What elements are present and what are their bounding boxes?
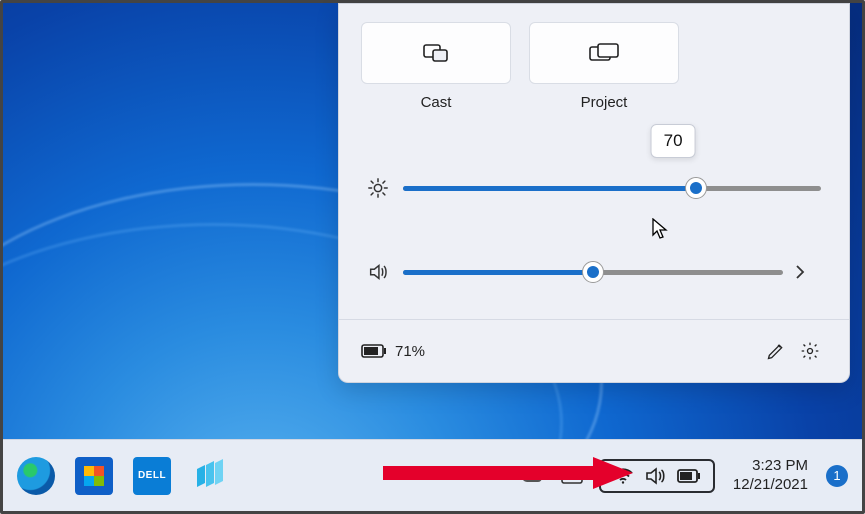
quick-settings-footer: 71% <box>339 319 849 382</box>
project-icon <box>589 43 619 63</box>
cast-label: Cast <box>361 94 511 111</box>
cast-icon <box>423 42 449 64</box>
brightness-slider[interactable]: 70 <box>403 186 821 191</box>
onedrive-tray-icon[interactable] <box>521 469 543 483</box>
system-tray-button[interactable] <box>599 459 715 493</box>
quick-settings-panel: Cast Project <box>338 3 850 383</box>
notification-badge[interactable]: 1 <box>826 465 848 487</box>
dell-app-icon[interactable]: DELL <box>133 457 171 495</box>
brightness-slider-row: 70 <box>367 167 821 209</box>
volume-more-button[interactable] <box>795 264 821 280</box>
volume-thumb[interactable] <box>582 261 604 283</box>
brightness-fill <box>403 186 696 191</box>
battery-status[interactable]: 71% <box>361 343 425 360</box>
volume-icon <box>367 261 403 283</box>
volume-slider[interactable] <box>403 270 783 275</box>
battery-pct: 71% <box>395 343 425 360</box>
quick-settings-sliders: 70 <box>339 119 849 319</box>
project-button[interactable] <box>529 22 679 84</box>
screenshot-frame: Cast Project <box>0 0 865 514</box>
input-indicator-tray-icon[interactable] <box>561 468 583 484</box>
notification-count: 1 <box>833 468 840 483</box>
battery-icon <box>361 344 387 358</box>
cast-button[interactable] <box>361 22 511 84</box>
clock-time: 3:23 PM <box>733 457 808 476</box>
clock-date: 12/21/2021 <box>733 476 808 495</box>
wifi-icon <box>613 468 633 484</box>
dell-label: DELL <box>138 470 166 481</box>
volume-slider-row <box>367 251 821 293</box>
taskbar-system-area: 3:23 PM 12/21/2021 1 <box>487 457 848 495</box>
quick-settings-tiles: Cast Project <box>339 4 849 119</box>
project-label: Project <box>529 94 679 111</box>
brightness-thumb[interactable]: 70 <box>685 177 707 199</box>
edit-quick-settings-button[interactable] <box>759 334 793 368</box>
taskbar: DELL 3:23 PM 12/21/2021 1 <box>3 439 862 511</box>
project-tile: Project <box>529 22 679 111</box>
volume-fill <box>403 270 593 275</box>
settings-button[interactable] <box>793 334 827 368</box>
brightness-icon <box>367 177 403 199</box>
cast-tile: Cast <box>361 22 511 111</box>
battery-tray-icon <box>677 469 701 483</box>
speaker-icon <box>645 467 665 485</box>
taskbar-pinned-apps: DELL <box>17 457 229 495</box>
taskbar-clock[interactable]: 3:23 PM 12/21/2021 <box>733 457 808 495</box>
microsoft-store-app-icon[interactable] <box>75 457 113 495</box>
tray-overflow <box>487 468 583 484</box>
tray-chevron-up-icon[interactable] <box>487 470 503 482</box>
brightness-tooltip: 70 <box>651 124 696 158</box>
edge-app-icon[interactable] <box>17 457 55 495</box>
azure-app-icon[interactable] <box>191 457 229 495</box>
